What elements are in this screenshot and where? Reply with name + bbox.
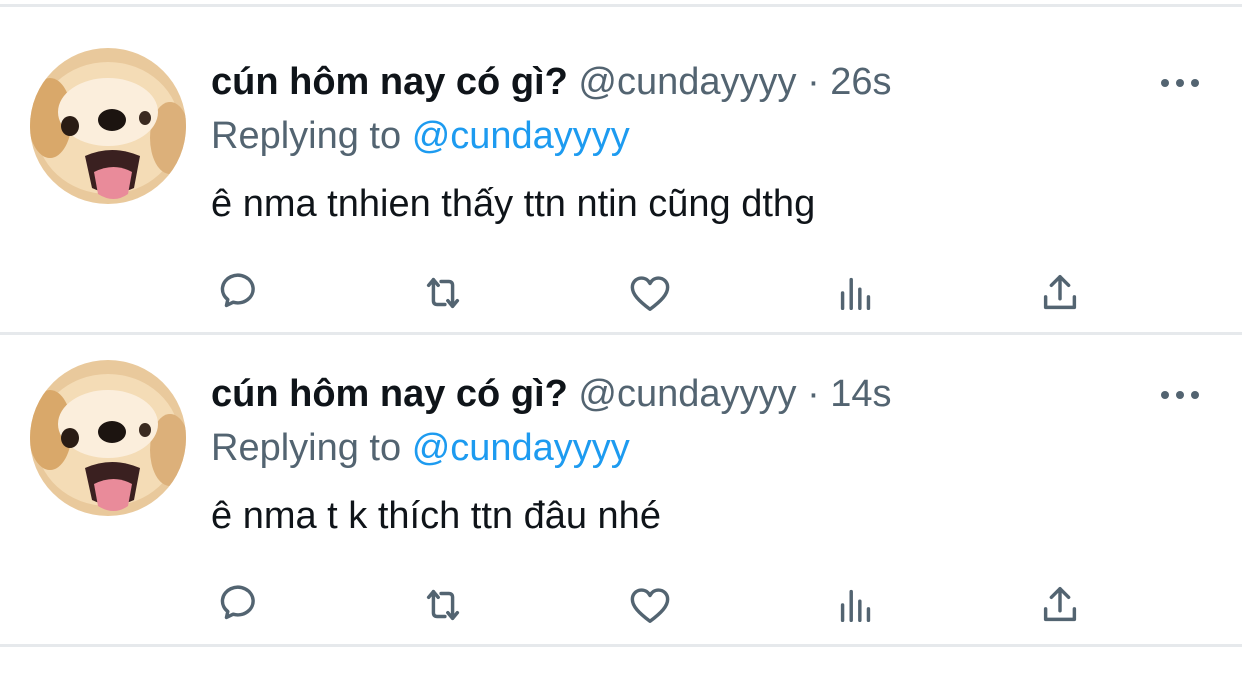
reply-icon <box>220 273 255 308</box>
separator-dot: · <box>807 61 820 103</box>
replying-to: Replying to @cundayyyy <box>211 424 630 472</box>
more-button[interactable] <box>1158 68 1202 98</box>
avatar[interactable] <box>30 360 186 516</box>
tweet-header: cún hôm nay có gì? @cundayyyy · 26s <box>211 58 892 106</box>
more-icon <box>1161 391 1199 399</box>
share-icon <box>1043 586 1077 622</box>
replying-prefix: Replying to <box>211 427 402 469</box>
more-icon <box>1161 79 1199 87</box>
retweet-button[interactable] <box>413 575 473 635</box>
tweet-text: ê nma tnhien thấy ttn ntin cũng dthg <box>211 183 816 225</box>
bottom-divider <box>0 644 1242 647</box>
top-divider <box>0 4 1242 7</box>
like-button[interactable] <box>620 263 680 323</box>
display-name[interactable]: cún hôm nay có gì? <box>211 61 568 103</box>
reply-icon <box>220 585 255 620</box>
handle[interactable]: @cundayyyy <box>578 373 796 415</box>
retweet-icon <box>426 277 460 309</box>
replying-prefix: Replying to <box>211 115 402 157</box>
tweet-text: ê nma t k thích ttn đâu nhé <box>211 495 661 537</box>
timestamp[interactable]: 26s <box>830 61 891 103</box>
tweet[interactable]: cún hôm nay có gì? @cundayyyy · 26s Repl… <box>0 8 1242 320</box>
retweet-icon <box>426 589 460 621</box>
retweet-button[interactable] <box>413 263 473 323</box>
like-button[interactable] <box>620 575 680 635</box>
views-button[interactable] <box>826 263 886 323</box>
share-button[interactable] <box>1030 263 1090 323</box>
more-button[interactable] <box>1158 380 1202 410</box>
views-icon <box>840 589 871 623</box>
like-icon <box>630 588 670 624</box>
replying-to: Replying to @cundayyyy <box>211 112 630 160</box>
share-icon <box>1043 274 1077 310</box>
like-icon <box>630 276 670 312</box>
avatar[interactable] <box>30 48 186 204</box>
puppy-avatar <box>30 360 186 516</box>
display-name[interactable]: cún hôm nay có gì? <box>211 373 568 415</box>
reply-button[interactable] <box>207 263 267 323</box>
puppy-avatar <box>30 48 186 204</box>
views-button[interactable] <box>826 575 886 635</box>
share-button[interactable] <box>1030 575 1090 635</box>
replying-mention[interactable]: @cundayyyy <box>412 427 630 469</box>
handle[interactable]: @cundayyyy <box>578 61 796 103</box>
tweet[interactable]: cún hôm nay có gì? @cundayyyy · 14s Repl… <box>0 320 1242 632</box>
replying-mention[interactable]: @cundayyyy <box>412 115 630 157</box>
separator-dot: · <box>807 373 820 415</box>
reply-button[interactable] <box>207 575 267 635</box>
timestamp[interactable]: 14s <box>830 373 891 415</box>
views-icon <box>840 277 871 311</box>
tweet-header: cún hôm nay có gì? @cundayyyy · 14s <box>211 370 892 418</box>
